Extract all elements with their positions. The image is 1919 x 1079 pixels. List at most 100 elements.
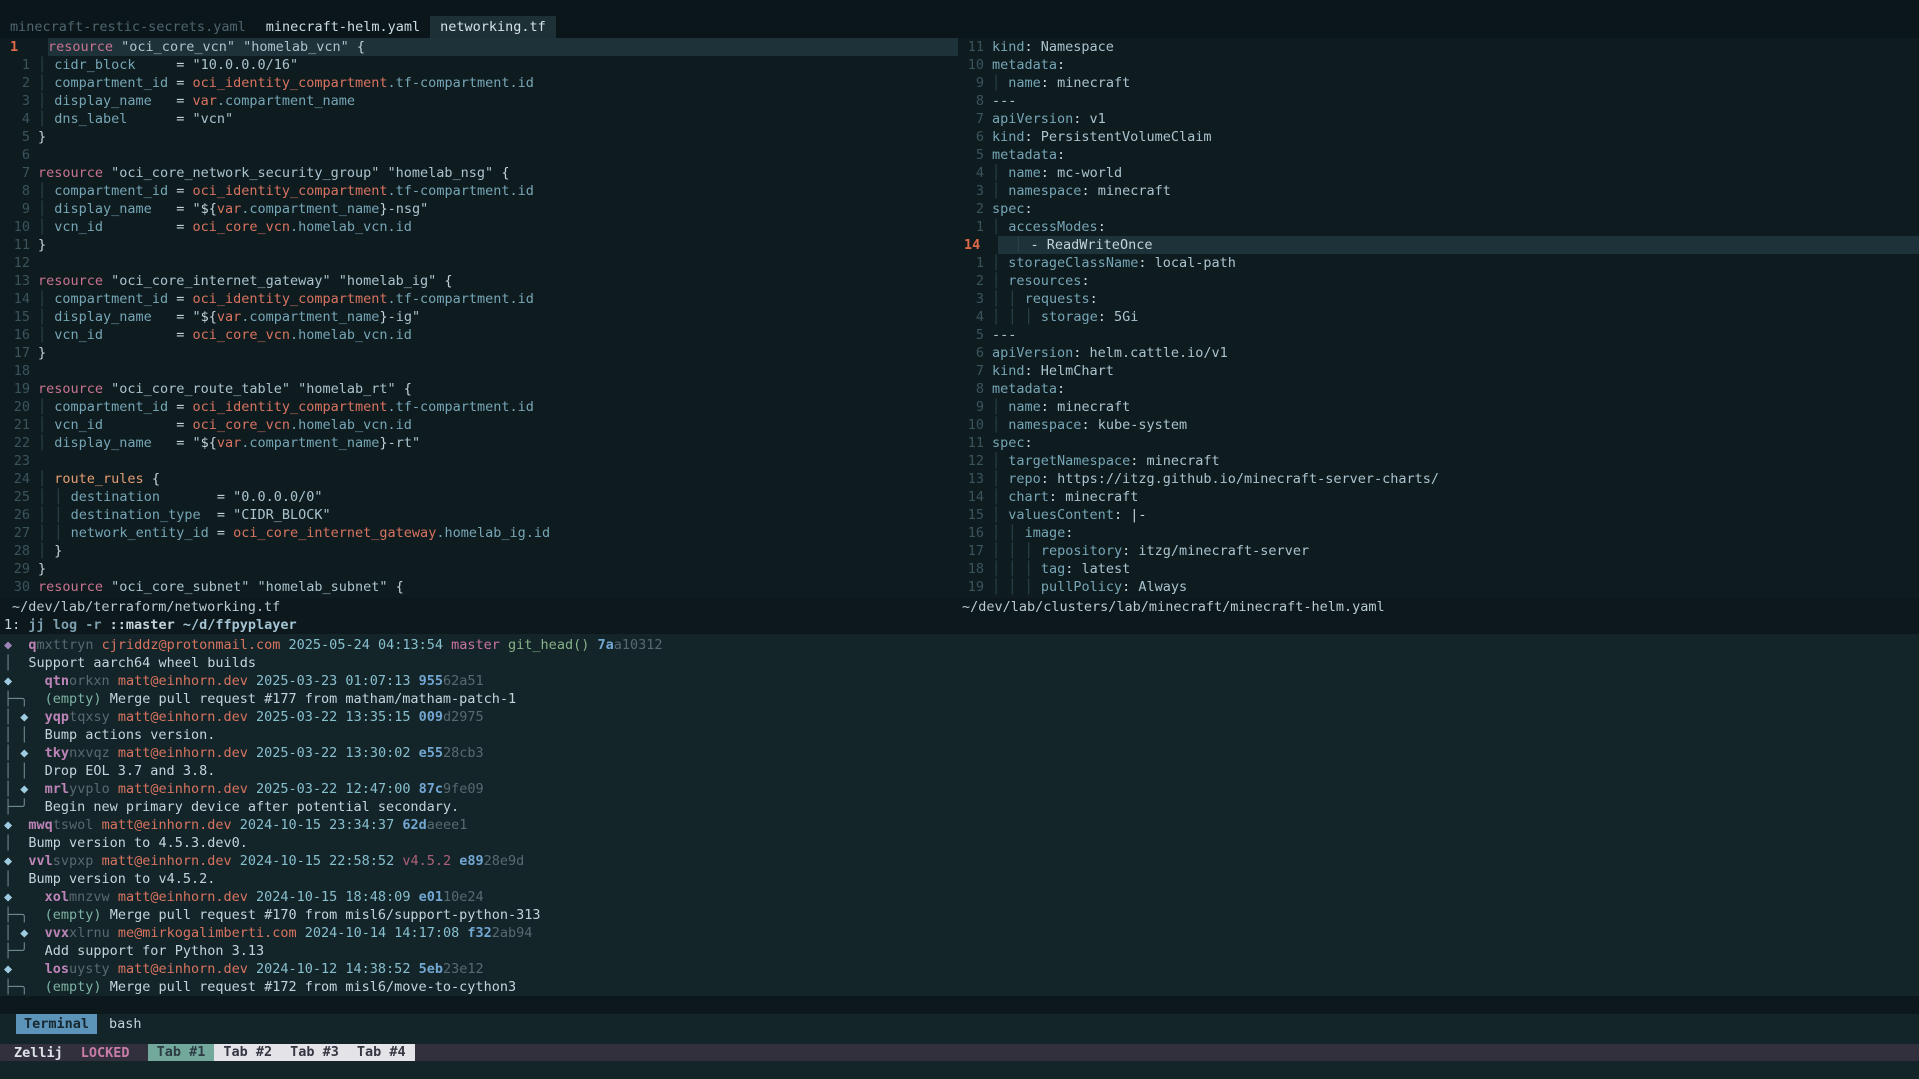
code-line[interactable]: 3│ │ requests: [958,290,1919,308]
code-line[interactable]: 1│ accessModes: [958,218,1919,236]
zellij-tab-4[interactable]: Tab #4 [348,1044,415,1061]
code-line[interactable]: 4│ dns_label = "vcn" [0,110,958,128]
log-line[interactable]: ├─╮ (empty) Merge pull request #177 from… [0,690,1919,708]
zellij-tab-3[interactable]: Tab #3 [281,1044,348,1061]
code-line[interactable]: 27│ │ network_entity_id = oci_core_inter… [0,524,958,542]
log-line[interactable]: │ │ Bump actions version. [0,726,1919,744]
code-line[interactable]: 15│ display_name = "${var.compartment_na… [0,308,958,326]
code-line[interactable]: 8│ compartment_id = oci_identity_compart… [0,182,958,200]
code-line[interactable]: 10│ vcn_id = oci_core_vcn.homelab_vcn.id [0,218,958,236]
code-line[interactable]: 26│ │ destination_type = "CIDR_BLOCK" [0,506,958,524]
code-line[interactable]: 6kind: PersistentVolumeClaim [958,128,1919,146]
code-line[interactable]: 12│ targetNamespace: minecraft [958,452,1919,470]
log-line[interactable]: │ ◆ mrlyvplo matt@einhorn.dev 2025-03-22… [0,780,1919,798]
code-line[interactable]: 3│ display_name = var.compartment_name [0,92,958,110]
code-line[interactable]: 24│ route_rules { [0,470,958,488]
log-line[interactable]: ├─╯ Add support for Python 3.13 [0,942,1919,960]
log-line[interactable]: ◆ mwqtswol matt@einhorn.dev 2024-10-15 2… [0,816,1919,834]
code-line[interactable]: 18│ │ │ tag: latest [958,560,1919,578]
code-line[interactable]: 7apiVersion: v1 [958,110,1919,128]
line-number: 1 [0,56,38,74]
code-line[interactable]: 1│ storageClassName: local-path [958,254,1919,272]
code-line[interactable]: 17│ │ │ repository: itzg/minecraft-serve… [958,542,1919,560]
code-line[interactable]: 19│ │ │ pullPolicy: Always [958,578,1919,596]
code-line[interactable]: 28│ } [0,542,958,560]
code-line[interactable]: 19resource "oci_core_route_table" "homel… [0,380,958,398]
code-line[interactable]: 20│ compartment_id = oci_identity_compar… [0,398,958,416]
code-line[interactable]: 4│ name: mc-world [958,164,1919,182]
code-line[interactable]: 4│ │ │ storage: 5Gi [958,308,1919,326]
log-line[interactable]: │ Bump version to 4.5.3.dev0. [0,834,1919,852]
code-line[interactable]: 2│ resources: [958,272,1919,290]
code-line[interactable]: 10metadata: [958,56,1919,74]
log-line[interactable]: ◆ xolmnzvw matt@einhorn.dev 2024-10-15 1… [0,888,1919,906]
log-line[interactable]: ◆ qtnorkxn matt@einhorn.dev 2025-03-23 0… [0,672,1919,690]
code-line[interactable]: 8--- [958,92,1919,110]
code-line[interactable]: 14 │ - ReadWriteOnce [958,236,1919,254]
code-line[interactable]: 30resource "oci_core_subnet" "homelab_su… [0,578,958,596]
code-line[interactable]: 5--- [958,326,1919,344]
code-line[interactable]: 13│ repo: https://itzg.github.io/minecra… [958,470,1919,488]
left-editor-pane[interactable]: 1resource "oci_core_vcn" "homelab_vcn" {… [0,38,958,598]
log-line[interactable]: ├─╮ (empty) Merge pull request #172 from… [0,978,1919,996]
zellij-tab-1[interactable]: Tab #1 [148,1044,215,1061]
code-line[interactable]: 14│ compartment_id = oci_identity_compar… [0,290,958,308]
code-line[interactable]: 5metadata: [958,146,1919,164]
right-editor-pane[interactable]: 11kind: Namespace10metadata:9│ name: min… [958,38,1919,598]
log-line[interactable]: ├─╯ Begin new primary device after poten… [0,798,1919,816]
code-line[interactable]: 1│ cidr_block = "10.0.0.0/16" [0,56,958,74]
code-line[interactable]: 9│ name: minecraft [958,398,1919,416]
code-line[interactable]: 10│ namespace: kube-system [958,416,1919,434]
code-line[interactable]: 1resource "oci_core_vcn" "homelab_vcn" { [0,38,958,56]
terminal-tab-bash[interactable]: bash [97,1014,154,1034]
log-line[interactable]: │ Bump version to v4.5.2. [0,870,1919,888]
log-line[interactable]: │ │ Drop EOL 3.7 and 3.8. [0,762,1919,780]
log-file-prompt[interactable]: log file: [0,996,1919,1014]
code-line[interactable]: 21│ vcn_id = oci_core_vcn.homelab_vcn.id [0,416,958,434]
code-line[interactable]: 25│ │ destination = "0.0.0.0/0" [0,488,958,506]
code-line[interactable]: 6 [0,146,958,164]
log-line[interactable]: │ ◆ tkynxvqz matt@einhorn.dev 2025-03-22… [0,744,1919,762]
buffer-tab-minecraft-helm.yaml[interactable]: minecraft-helm.yaml [256,16,430,38]
zellij-tab-2[interactable]: Tab #2 [214,1044,281,1061]
code-line[interactable]: 12 [0,254,958,272]
code-line[interactable]: 7resource "oci_core_network_security_gro… [0,164,958,182]
code-line[interactable]: 2│ compartment_id = oci_identity_compart… [0,74,958,92]
log-line[interactable]: │ ◆ vvxxlrnu me@mirkogalimberti.com 2024… [0,924,1919,942]
log-line[interactable]: ◆ losuysty matt@einhorn.dev 2024-10-12 1… [0,960,1919,978]
code-line[interactable]: 16│ vcn_id = oci_core_vcn.homelab_vcn.id [0,326,958,344]
buffer-tab-minecraft-restic-secrets.yaml[interactable]: minecraft-restic-secrets.yaml [0,16,256,38]
code-line[interactable]: 15│ valuesContent: |- [958,506,1919,524]
code-line[interactable]: 11kind: Namespace [958,38,1919,56]
code-line[interactable]: 7kind: HelmChart [958,362,1919,380]
text-segment: = [152,93,193,109]
code-line[interactable]: 22│ display_name = "${var.compartment_na… [0,434,958,452]
code-line[interactable]: 23 [0,452,958,470]
terminal-tab-active[interactable]: Terminal [16,1014,97,1034]
code-line[interactable]: 17} [0,344,958,362]
code-line[interactable]: 9│ name: minecraft [958,74,1919,92]
log-line[interactable]: ◆ qmxttryn cjriddz@protonmail.com 2025-0… [0,636,1919,654]
log-line[interactable]: ├─╮ (empty) Merge pull request #170 from… [0,906,1919,924]
code-line[interactable]: 18 [0,362,958,380]
code-line[interactable]: 16│ │ image: [958,524,1919,542]
terminal-pane[interactable]: ◆ qmxttryn cjriddz@protonmail.com 2025-0… [0,634,1919,996]
code-line[interactable]: 11spec: [958,434,1919,452]
log-line[interactable]: │ ◆ yqptqxsy matt@einhorn.dev 2025-03-22… [0,708,1919,726]
text-segment: 9fe09 [443,781,484,797]
text-segment: │ [4,835,12,851]
log-line[interactable]: ◆ vvlsvpxp matt@einhorn.dev 2024-10-15 2… [0,852,1919,870]
code-line[interactable]: 9│ display_name = "${var.compartment_nam… [0,200,958,218]
log-line[interactable]: │ Support aarch64 wheel builds [0,654,1919,672]
code-line[interactable]: 3│ namespace: minecraft [958,182,1919,200]
code-line[interactable]: 5} [0,128,958,146]
buffer-tab-networking.tf[interactable]: networking.tf [430,16,556,38]
code-line[interactable]: 29} [0,560,958,578]
code-line[interactable]: 14│ chart: minecraft [958,488,1919,506]
code-line[interactable]: 11} [0,236,958,254]
code-line[interactable]: 6apiVersion: helm.cattle.io/v1 [958,344,1919,362]
code-line[interactable]: 2spec: [958,200,1919,218]
code-line[interactable]: 13resource "oci_core_internet_gateway" "… [0,272,958,290]
code-text: │ chart: minecraft [992,488,1919,506]
code-line[interactable]: 8metadata: [958,380,1919,398]
